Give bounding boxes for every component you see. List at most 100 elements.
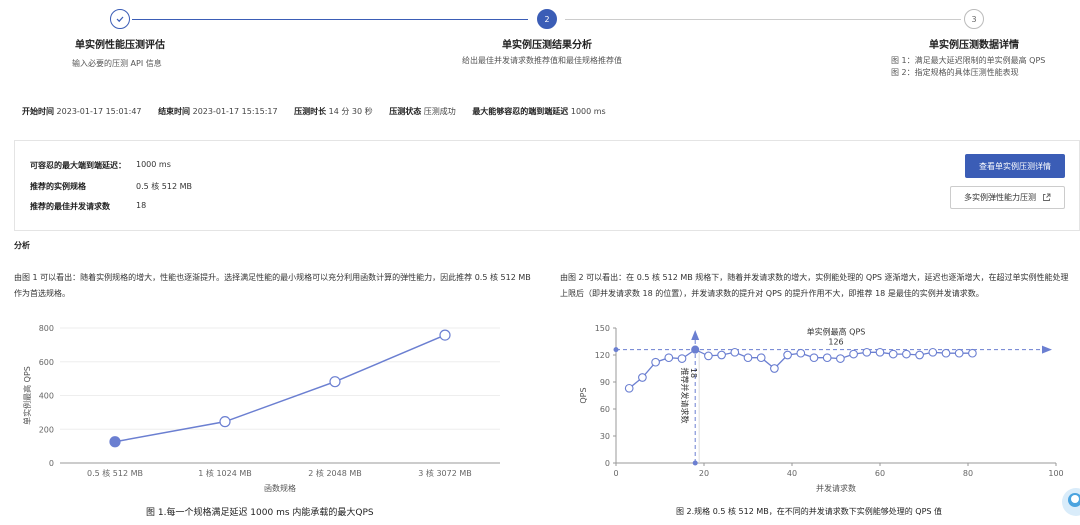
latency-value: 1000 ms (136, 160, 171, 169)
data-point (875, 347, 885, 357)
data-point (664, 353, 674, 363)
recommended-concurrency-axis-marker (692, 460, 698, 466)
data-point (822, 353, 832, 363)
data-point (638, 373, 647, 382)
assistant-avatar-icon[interactable] (1060, 486, 1080, 516)
duration-label: 压测时长 (294, 107, 327, 116)
data-point (862, 347, 872, 357)
data-point (888, 349, 898, 359)
max-qps-axis-marker (613, 347, 619, 353)
step-3-desc-2: 图 2：指定规格的具体压测性能表现 (891, 68, 1019, 77)
data-point (915, 350, 924, 360)
external-link-icon (1043, 193, 1051, 201)
duration-value: 14 分 30 秒 (328, 107, 373, 116)
x-tick-label: 2 核 2048 MB (308, 468, 361, 478)
step-1-title[interactable]: 单实例性能压测评估 (75, 36, 165, 51)
chart-1-analysis: 由图 1 可以看出：随着实例规格的增大，性能也逐渐提升。选择满足性能的最小规格可… (14, 273, 531, 298)
data-point (677, 354, 687, 363)
x-tick-label: 1 核 1024 MB (198, 468, 251, 478)
x-tick-label: 0 (613, 469, 618, 478)
y-tick-label: 150 (595, 324, 610, 333)
chart-2: 0 30 60 90 120 150 0 20 40 60 80 100 并发请求数 QPS 单实例最高 Q… (579, 324, 1064, 493)
data-point (902, 349, 911, 359)
x-tick-label: 40 (787, 469, 797, 478)
status-label: 压测状态 (389, 107, 422, 116)
step-connector-1 (132, 19, 528, 20)
max-qps-arrow (1042, 345, 1052, 354)
y-axis-label: QPS (579, 387, 588, 403)
x-tick-label: 100 (1048, 469, 1063, 478)
data-point (730, 347, 740, 357)
data-point (941, 348, 951, 358)
end-time-label: 结束时间 (158, 107, 191, 116)
data-point (756, 353, 766, 363)
view-detail-button[interactable]: 查看单实例压测详情 (965, 154, 1065, 178)
max-qps-label: 单实例最高 QPS (807, 327, 866, 337)
end-time-value: 2023-01-17 15:15:17 (192, 107, 278, 116)
y-tick-label: 0 (49, 459, 54, 468)
status-value: 压测成功 (423, 107, 456, 116)
data-point (770, 364, 779, 373)
data-point (954, 348, 964, 358)
start-time-label: 开始时间 (22, 107, 54, 116)
x-tick-label: 20 (699, 469, 709, 478)
multi-instance-test-button[interactable]: 多实例弹性能力压测 (950, 186, 1065, 209)
spec-label: 推荐的实例规格 (30, 182, 86, 191)
chart-2-analysis: 由图 2 可以看出：在 0.5 核 512 MB 规格下，随着并发请求数的增大，… (560, 273, 1069, 298)
max-latency-label: 最大能够容忍的端到端延迟 (472, 107, 569, 116)
analysis-heading: 分析 (14, 241, 30, 250)
y-tick-label: 400 (39, 392, 54, 401)
data-point (783, 350, 792, 360)
y-tick-label: 90 (600, 378, 610, 387)
data-point (743, 353, 753, 363)
y-tick-label: 30 (600, 432, 610, 441)
y-tick-label: 60 (600, 405, 610, 414)
y-tick-label: 0 (605, 459, 610, 468)
step-3-desc-1: 图 1：满足最大延迟限制的单实例最高 QPS (891, 56, 1046, 65)
x-axis-label: 并发请求数 (816, 483, 856, 493)
concurrency-value: 18 (136, 201, 147, 210)
max-qps-value: 126 (828, 338, 843, 347)
spec-value: 0.5 核 512 MB (136, 182, 193, 191)
data-point (691, 345, 700, 354)
recommended-concurrency-value: 18 (689, 368, 698, 378)
data-point (624, 383, 634, 393)
data-point (836, 354, 845, 363)
y-tick-label: 120 (595, 351, 610, 360)
step-3-title[interactable]: 单实例压测数据详情 (929, 36, 1019, 51)
step-3-indicator[interactable]: 3 (964, 9, 984, 29)
step-1-desc: 输入必要的压测 API 信息 (72, 59, 162, 68)
data-point (928, 347, 938, 357)
step-2-indicator[interactable]: 2 (537, 9, 557, 29)
concurrency-label: 推荐的最佳并发请求数 (30, 202, 110, 211)
step-2-title[interactable]: 单实例压测结果分析 (502, 36, 592, 51)
data-point (796, 348, 806, 358)
multi-instance-test-label: 多实例弹性能力压测 (964, 193, 1036, 202)
x-axis-label: 函数规格 (264, 483, 296, 493)
x-tick-label: 3 核 3072 MB (418, 468, 471, 478)
data-point (439, 329, 451, 341)
x-tick-label: 60 (875, 469, 885, 478)
chart-1-caption: 图 1.每一个规格满足延迟 1000 ms 内能承载的最大QPS (146, 508, 374, 518)
data-point (109, 436, 121, 448)
max-latency-value: 1000 ms (570, 107, 606, 116)
data-point (651, 357, 660, 367)
start-time-value: 2023-01-17 15:01:47 (56, 107, 142, 116)
y-tick-label: 800 (39, 324, 54, 333)
data-point (849, 349, 858, 359)
data-point (329, 376, 341, 388)
data-point (704, 351, 713, 361)
y-tick-label: 600 (39, 358, 54, 367)
recommended-concurrency-arrow (691, 330, 700, 340)
x-tick-label: 80 (963, 469, 973, 478)
chart-1: 0 200 400 600 800 0.5 核 512 MB 1 核 1024 MB 2 核 … (22, 324, 500, 493)
step-2-desc: 给出最佳并发请求数推荐值和最佳规格推荐值 (462, 56, 622, 65)
data-point (717, 350, 726, 360)
step-1-check-icon[interactable] (110, 9, 130, 29)
test-info-row: 开始时间 2023-01-17 15:01:47 结束时间 2023-01-17… (22, 106, 620, 117)
y-tick-label: 200 (39, 425, 54, 434)
x-tick-label: 0.5 核 512 MB (87, 468, 143, 478)
data-point (968, 348, 977, 358)
step-connector-2 (565, 19, 961, 20)
data-point (809, 353, 819, 363)
